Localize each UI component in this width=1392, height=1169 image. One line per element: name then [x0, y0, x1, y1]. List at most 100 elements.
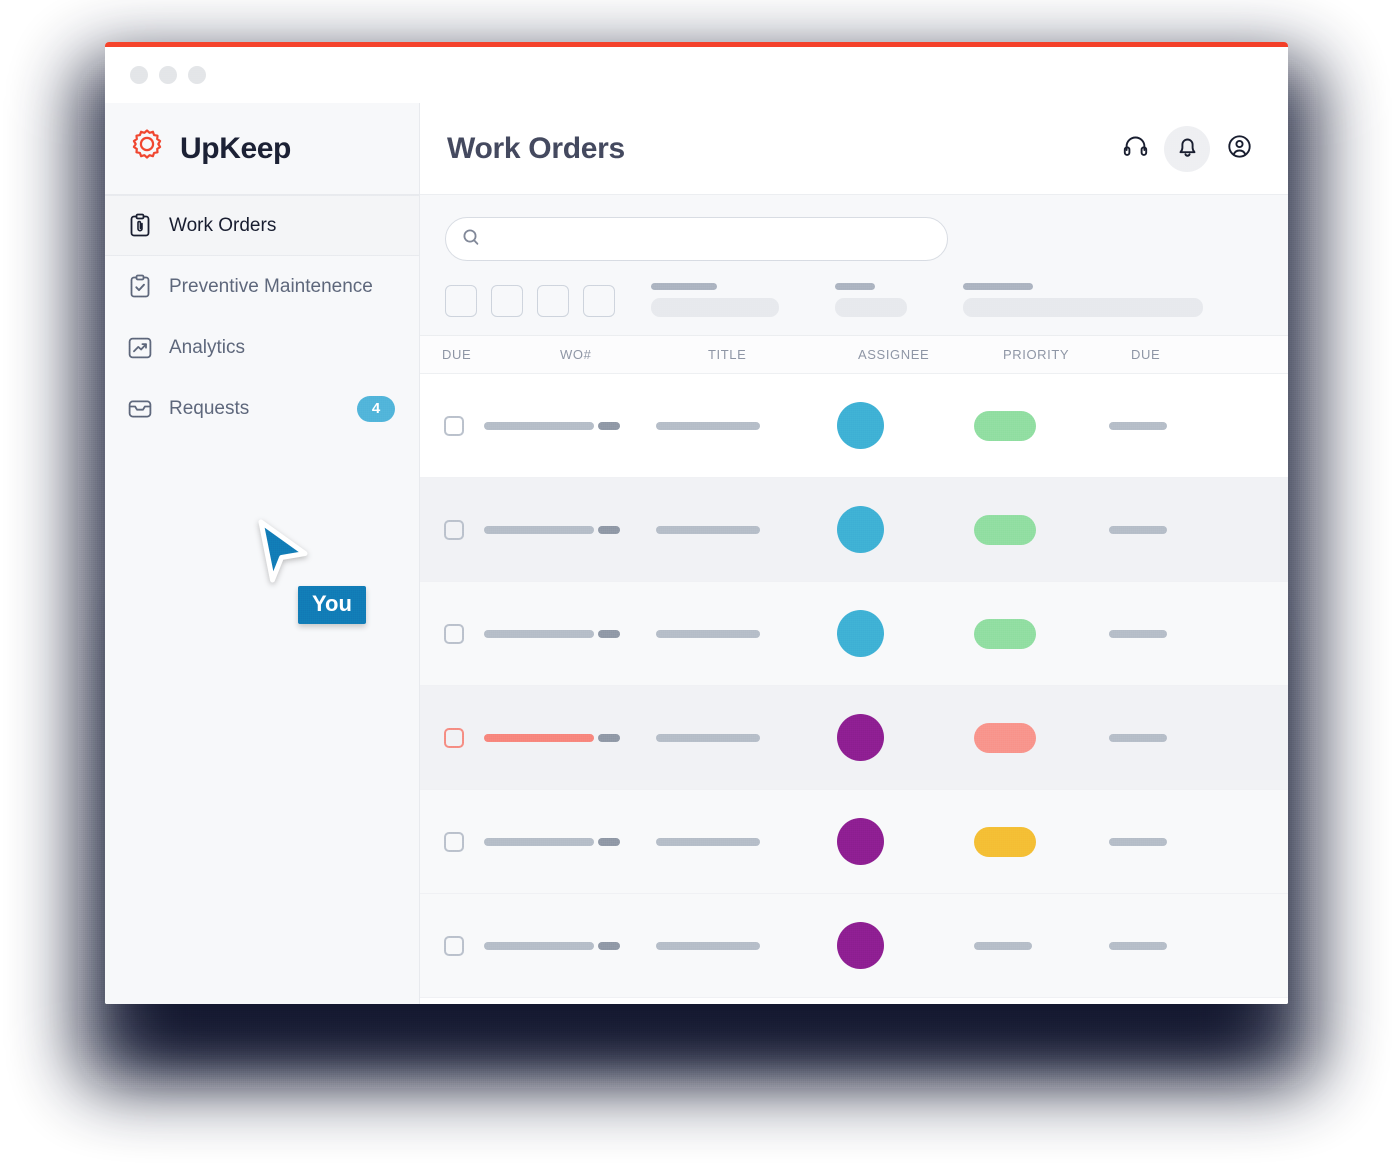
assignee-avatar[interactable]: [837, 922, 884, 969]
main-content: Work Orders DUE WO# TITLE ASSIGNEE PRIOR…: [420, 103, 1288, 1004]
table-row[interactable]: [420, 894, 1288, 998]
table-row-overdue[interactable]: [420, 686, 1288, 790]
table-row[interactable]: [420, 582, 1288, 686]
due-bar: [1109, 421, 1167, 430]
skeleton-label: [651, 283, 717, 290]
row-checkbox[interactable]: [444, 831, 464, 852]
title-bar: [656, 837, 760, 846]
assignee-avatar[interactable]: [837, 610, 884, 657]
row-checkbox[interactable]: [444, 623, 464, 644]
window-titlebar: [105, 47, 1288, 103]
column-header-due-left[interactable]: DUE: [442, 347, 560, 362]
notifications-button[interactable]: [1164, 125, 1210, 172]
priority-bar: [974, 941, 1032, 950]
filter-button-4[interactable]: [583, 285, 615, 317]
table-row[interactable]: [420, 374, 1288, 478]
search-input[interactable]: [490, 230, 931, 248]
assignee-avatar[interactable]: [837, 506, 884, 553]
screenshot-stage: UpKeep Work Orders Preventive Maintenenc…: [0, 0, 1392, 1169]
sidebar-item-label: Preventive Maintenence: [169, 275, 373, 297]
search-icon: [462, 228, 480, 251]
headset-icon: [1122, 133, 1149, 165]
filter-button-1[interactable]: [445, 285, 477, 317]
bell-icon: [1174, 133, 1201, 165]
column-header-wo[interactable]: WO#: [560, 347, 708, 362]
account-circle-icon: [1226, 133, 1253, 165]
filter-toolbar: [420, 195, 1288, 336]
row-checkbox[interactable]: [444, 519, 464, 540]
skeleton-label: [963, 283, 1033, 290]
skeleton-label: [835, 283, 875, 290]
title-bar: [656, 733, 760, 742]
sidebar-item-label: Work Orders: [169, 214, 277, 236]
page-title: Work Orders: [447, 131, 625, 165]
priority-pill: [974, 618, 1036, 649]
filter-button-2[interactable]: [491, 285, 523, 317]
filter-button-3[interactable]: [537, 285, 569, 317]
sidebar-item-analytics[interactable]: Analytics: [105, 317, 419, 378]
row-checkbox[interactable]: [444, 935, 464, 956]
traffic-light-minimize[interactable]: [159, 66, 177, 84]
sidebar-item-requests[interactable]: Requests 4: [105, 378, 419, 439]
assignee-avatar[interactable]: [837, 818, 884, 865]
wo-number-bar: [484, 837, 594, 846]
sidebar: UpKeep Work Orders Preventive Maintenenc…: [105, 103, 420, 1004]
wo-number-tip: [598, 941, 620, 950]
wo-number-bar: [484, 733, 594, 742]
remote-cursor: You: [253, 518, 366, 624]
priority-pill: [974, 826, 1036, 857]
support-button[interactable]: [1112, 126, 1158, 172]
search-box[interactable]: [445, 217, 948, 261]
traffic-light-maximize[interactable]: [188, 66, 206, 84]
due-bar: [1109, 629, 1167, 638]
due-bar: [1109, 733, 1167, 742]
gear-icon: [127, 126, 167, 171]
wo-number-tip: [598, 837, 620, 846]
sidebar-item-work-orders[interactable]: Work Orders: [105, 195, 419, 256]
row-checkbox[interactable]: [444, 415, 464, 436]
wo-number-bar: [484, 629, 594, 638]
app-window: UpKeep Work Orders Preventive Maintenenc…: [105, 42, 1288, 1004]
table-row[interactable]: [420, 790, 1288, 894]
due-bar: [1109, 941, 1167, 950]
wo-number-tip: [598, 733, 620, 742]
account-button[interactable]: [1216, 126, 1262, 172]
wo-number-bar: [484, 525, 594, 534]
inbox-icon: [127, 396, 153, 422]
clipboard-attachment-icon: [127, 213, 153, 239]
sidebar-item-label: Analytics: [169, 336, 246, 358]
filter-skeleton-group-3[interactable]: [963, 283, 1203, 317]
table-header-row: DUE WO# TITLE ASSIGNEE PRIORITY DUE: [420, 336, 1288, 374]
cursor-label: You: [298, 586, 366, 624]
sidebar-item-label: Requests: [169, 397, 250, 419]
page-header: Work Orders: [420, 103, 1288, 195]
work-order-table-body: [420, 374, 1288, 1004]
title-bar: [656, 941, 760, 950]
title-bar: [656, 525, 760, 534]
header-actions: [1112, 125, 1262, 172]
brand-name: UpKeep: [180, 131, 291, 165]
filter-skeleton-group-1[interactable]: [651, 283, 779, 317]
sidebar-item-preventive-maintenence[interactable]: Preventive Maintenence: [105, 256, 419, 317]
wo-number-tip: [598, 629, 620, 638]
title-bar: [656, 629, 760, 638]
table-row[interactable]: [420, 478, 1288, 582]
priority-pill: [974, 722, 1036, 753]
due-bar: [1109, 837, 1167, 846]
brand-logo[interactable]: UpKeep: [105, 103, 419, 195]
column-header-due-right[interactable]: DUE: [1131, 347, 1160, 362]
title-bar: [656, 421, 760, 430]
filter-controls-row: [445, 283, 1262, 317]
column-header-assignee[interactable]: ASSIGNEE: [858, 347, 1003, 362]
row-checkbox[interactable]: [444, 727, 464, 748]
assignee-avatar[interactable]: [837, 402, 884, 449]
column-header-title[interactable]: TITLE: [708, 347, 858, 362]
filter-skeleton-group-2[interactable]: [835, 283, 907, 317]
priority-pill: [974, 514, 1036, 545]
cursor-arrow-icon: [253, 518, 315, 596]
assignee-avatar[interactable]: [837, 714, 884, 761]
traffic-light-close[interactable]: [130, 66, 148, 84]
skeleton-field: [963, 298, 1203, 317]
due-bar: [1109, 525, 1167, 534]
column-header-priority[interactable]: PRIORITY: [1003, 347, 1131, 362]
